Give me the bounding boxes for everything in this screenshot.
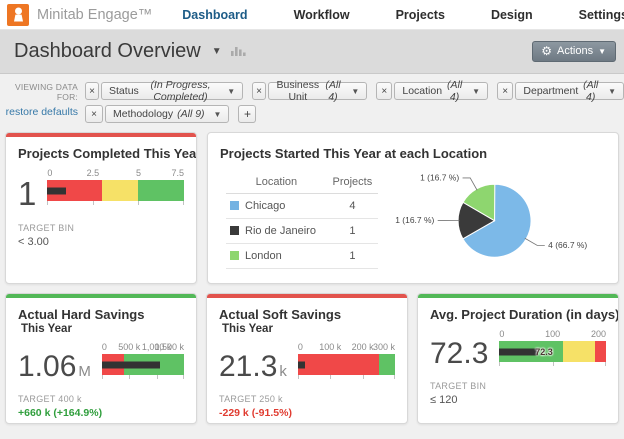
viewing-data-label: VIEWING DATA FOR:: [4, 82, 78, 102]
card-projects-started: Projects Started This Year at each Locat…: [207, 132, 619, 284]
brand-title: Minitab Engage™: [37, 7, 152, 23]
bullet-chart: 010020072.3: [499, 329, 606, 362]
card-project-duration: Avg. Project Duration (in days) 72.3 010…: [417, 293, 619, 424]
filter-chip-methodology[interactable]: Methodology(All 9)▼: [105, 105, 229, 123]
target-label: TARGET BIN: [430, 381, 606, 391]
target-label: TARGET 250 k: [219, 394, 395, 404]
chevron-down-icon: ▼: [351, 87, 359, 96]
remove-filter-location-button[interactable]: ×: [376, 82, 392, 100]
target-label: TARGET BIN: [18, 223, 184, 233]
dashboard-select-caret-icon[interactable]: ▼: [212, 46, 222, 57]
card-soft-savings: Actual Soft Savings This Year 21.3k 0100…: [206, 293, 408, 424]
dashboard-chart-icon[interactable]: [231, 43, 246, 61]
card-title: Actual Hard Savings: [18, 307, 184, 322]
kpi-value: 1.06M: [18, 351, 91, 383]
card-title: Projects Completed This Year: [18, 146, 184, 161]
remove-filter-methodology-button[interactable]: ×: [85, 105, 103, 123]
pie-leader-line: [463, 178, 478, 190]
filter-group-business-unit: ×Business Unit(All 4)▼: [252, 82, 367, 100]
kpi-value: 72.3: [430, 338, 488, 370]
nav-tab-workflow[interactable]: Workflow: [294, 8, 350, 22]
pie-slice-label: 1 (16.7 %): [395, 215, 434, 225]
kpi-unit: M: [78, 363, 91, 380]
page-title: Dashboard Overview: [14, 40, 201, 63]
bullet-chart: 0100 k200 k300 k: [298, 342, 395, 375]
card-subtitle: This Year: [222, 323, 395, 335]
card-accent: [6, 294, 196, 298]
card-accent: [207, 294, 407, 298]
card-accent: [418, 294, 618, 298]
card-subtitle: This Year: [21, 323, 184, 335]
nav-tab-dashboard[interactable]: Dashboard: [182, 8, 247, 22]
filter-chip-location[interactable]: Location(All 4)▼: [394, 82, 488, 100]
bullet-chart: 0500 k1,000 k1,500 k: [102, 342, 184, 375]
target-value: ≤ 120: [430, 394, 606, 406]
measure-bar-label: 72.3: [535, 347, 553, 357]
nav-tabs: Dashboard Workflow Projects Design Settings: [182, 8, 624, 22]
table-row: Rio de Janeiro1: [226, 219, 378, 244]
chevron-down-icon: ▼: [598, 47, 606, 56]
card-title: Actual Soft Savings: [219, 307, 395, 322]
filter-group-department: ×Department(All 4)▼: [497, 82, 624, 100]
card-hard-savings: Actual Hard Savings This Year 1.06M 0500…: [5, 293, 197, 424]
pie-slice-label: 1 (16.7 %): [420, 172, 459, 182]
filter-group-status: ×Status(In Progress, Completed)▼: [85, 82, 243, 100]
measure-bar: [102, 361, 160, 368]
actions-button[interactable]: ⚙ Actions ▼: [532, 41, 616, 62]
table-header: Location: [226, 173, 327, 194]
filter-chip-status[interactable]: Status(In Progress, Completed)▼: [101, 82, 243, 100]
legend-swatch-icon: [230, 201, 239, 210]
nav-tab-design[interactable]: Design: [491, 8, 533, 22]
chevron-down-icon: ▼: [214, 110, 222, 119]
kpi-unit: k: [279, 363, 287, 380]
measure-bar: [47, 187, 65, 194]
delta-value: +660 k (+164.9%): [18, 407, 184, 419]
bullet-chart: 02.557.5: [47, 168, 184, 201]
chevron-down-icon: ▼: [227, 87, 235, 96]
legend-swatch-icon: [230, 226, 239, 235]
nav-tab-settings[interactable]: Settings: [579, 8, 624, 22]
card-accent: [6, 133, 196, 137]
pie-chart: 4 (66.7 %) 1 (16.7 %) 1 (16.7 %): [378, 163, 606, 275]
dashboard-cards: Projects Completed This Year 1 02.557.5 …: [0, 127, 624, 424]
top-nav: Minitab Engage™ Dashboard Workflow Project…: [0, 0, 624, 30]
filter-chip-row-2: ×Methodology(All 9)▼ +: [85, 105, 624, 123]
remove-filter-status-button[interactable]: ×: [85, 82, 99, 100]
card-title: Projects Started This Year at each Locat…: [220, 146, 606, 161]
legend-swatch-icon: [230, 251, 239, 260]
header-bar: Dashboard Overview ▼ ⚙ Actions ▼: [0, 30, 624, 74]
target-label: TARGET 400 k: [18, 394, 184, 404]
table-header: Projects: [327, 173, 378, 194]
gear-icon: ⚙: [541, 45, 552, 57]
kpi-value: 21.3k: [219, 351, 287, 383]
add-filter-button[interactable]: +: [238, 105, 256, 123]
filter-chip-business-unit[interactable]: Business Unit(All 4)▼: [268, 82, 367, 100]
card-projects-completed: Projects Completed This Year 1 02.557.5 …: [5, 132, 197, 284]
nav-tab-projects[interactable]: Projects: [396, 8, 445, 22]
minitab-engage-logo-icon: [7, 4, 29, 26]
kpi-value: 1: [18, 177, 36, 212]
restore-defaults-link[interactable]: restore defaults: [6, 106, 78, 118]
measure-bar: [298, 361, 305, 368]
filter-chip-row-1: ×Status(In Progress, Completed)▼×Busines…: [85, 82, 624, 100]
filter-group-location: ×Location(All 4)▼: [376, 82, 488, 100]
delta-value: -229 k (-91.5%): [219, 407, 395, 419]
filter-chip-department[interactable]: Department(All 4)▼: [515, 82, 624, 100]
chevron-down-icon: ▼: [608, 87, 616, 96]
actions-button-label: Actions: [557, 45, 593, 57]
pie-leader-line: [525, 238, 545, 245]
target-value: < 3.00: [18, 236, 184, 248]
chevron-down-icon: ▼: [472, 87, 480, 96]
table-row: London1: [226, 244, 378, 269]
filter-bar: VIEWING DATA FOR: restore defaults ×Stat…: [0, 74, 624, 127]
table-row: Chicago4: [226, 194, 378, 219]
location-table: LocationProjectsChicago4Rio de Janeiro1L…: [226, 173, 378, 269]
remove-filter-business-unit-button[interactable]: ×: [252, 82, 266, 100]
remove-filter-department-button[interactable]: ×: [497, 82, 513, 100]
card-title: Avg. Project Duration (in days): [430, 307, 606, 322]
pie-slice-label: 4 (66.7 %): [548, 240, 587, 250]
filter-group-methodology: ×Methodology(All 9)▼: [85, 105, 229, 123]
measure-bar: [499, 348, 538, 355]
